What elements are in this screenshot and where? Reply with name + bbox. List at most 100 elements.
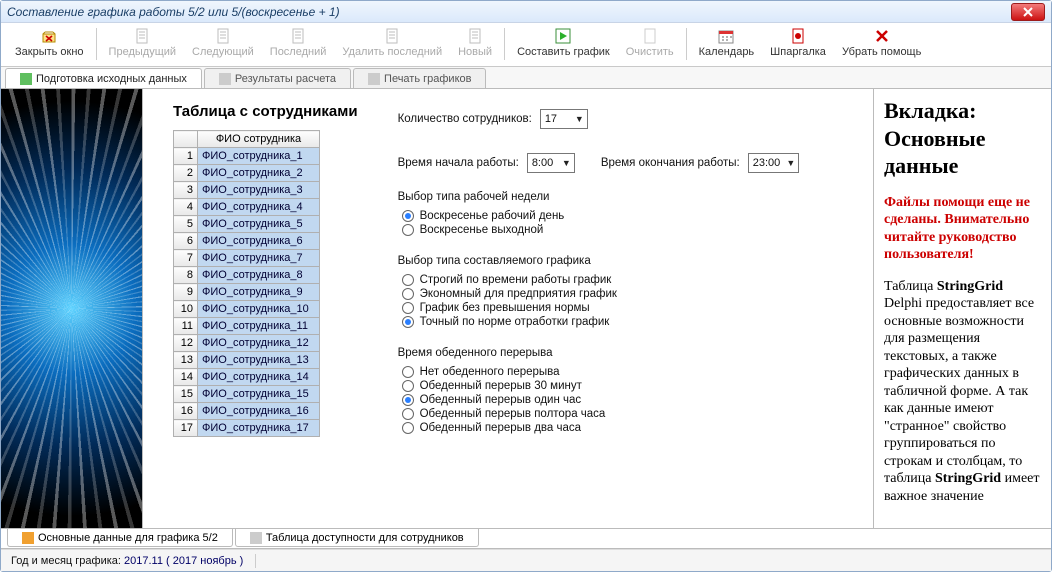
bottom-tab[interactable]: Основные данные для графика 5/2 (7, 529, 233, 547)
employee-cell[interactable]: ФИО_сотрудника_8 (198, 267, 320, 284)
toolbar-label: Шпаргалка (770, 46, 826, 58)
toolbar-cal-button[interactable]: Календарь (691, 26, 763, 64)
titlebar: Составление графика работы 5/2 или 5/(во… (1, 1, 1051, 23)
page-icon (467, 28, 483, 44)
emp-count-select[interactable]: 17 (540, 109, 588, 129)
end-time-select[interactable]: 23:00 (748, 153, 800, 173)
help-warning: Файлы помощи еще не сделаны. Внимательно… (884, 194, 1041, 264)
end-time-label: Время окончания работы: (601, 157, 740, 169)
toolbar-x-button[interactable]: Убрать помощь (834, 26, 929, 64)
content-area: Таблица с сотрудниками ФИО сотрудника 1Ф… (143, 89, 873, 528)
toolbar-page-button: Последний (262, 26, 335, 64)
table-row: 14ФИО_сотрудника_14 (174, 369, 320, 386)
schedule-option[interactable]: Строгий по времени работы график (398, 273, 800, 287)
toolbar-page-button: Новый (450, 26, 500, 64)
employee-cell[interactable]: ФИО_сотрудника_5 (198, 216, 320, 233)
toolbar-label: Следующий (192, 46, 254, 58)
week-option[interactable]: Воскресенье выходной (398, 223, 800, 237)
toolbar-blank-button: Очистить (618, 26, 682, 64)
table-row: 3ФИО_сотрудника_3 (174, 182, 320, 199)
tab-icon (250, 532, 262, 544)
page-icon (215, 28, 231, 44)
toolbar-label: Предыдущий (109, 46, 176, 58)
row-number: 2 (174, 165, 198, 182)
group-week-title: Выбор типа рабочей недели (398, 191, 800, 203)
toolbar: Закрыть окно Предыдущий Следующий Последний… (1, 23, 1051, 67)
table-row: 6ФИО_сотрудника_6 (174, 233, 320, 250)
toolbar-page-button: Следующий (184, 26, 262, 64)
employee-cell[interactable]: ФИО_сотрудника_6 (198, 233, 320, 250)
bottom-tab[interactable]: Таблица доступности для сотрудников (235, 529, 479, 547)
employee-cell[interactable]: ФИО_сотрудника_14 (198, 369, 320, 386)
column-header: ФИО сотрудника (198, 131, 320, 148)
tab-label: Печать графиков (384, 73, 471, 85)
row-number: 4 (174, 199, 198, 216)
tab-icon (22, 532, 34, 544)
toolbar-label: Календарь (699, 46, 755, 58)
toolbar-label: Убрать помощь (842, 46, 921, 58)
lunch-option[interactable]: Обеденный перерыв два часа (398, 421, 800, 435)
employee-cell[interactable]: ФИО_сотрудника_2 (198, 165, 320, 182)
employee-cell[interactable]: ФИО_сотрудника_4 (198, 199, 320, 216)
radio-label: Обеденный перерыв 30 минут (420, 380, 582, 392)
tab[interactable]: Печать графиков (353, 68, 486, 88)
employee-cell[interactable]: ФИО_сотрудника_17 (198, 420, 320, 437)
toolbar-page-button: Предыдущий (101, 26, 184, 64)
radio-icon (402, 316, 414, 328)
table-row: 15ФИО_сотрудника_15 (174, 386, 320, 403)
lunch-option[interactable]: Нет обеденного перерыва (398, 365, 800, 379)
tab[interactable]: Подготовка исходных данных (5, 68, 202, 88)
employee-cell[interactable]: ФИО_сотрудника_12 (198, 335, 320, 352)
employee-cell[interactable]: ФИО_сотрудника_10 (198, 301, 320, 318)
group-schedule-title: Выбор типа составляемого графика (398, 255, 800, 267)
employee-cell[interactable]: ФИО_сотрудника_9 (198, 284, 320, 301)
row-number: 15 (174, 386, 198, 403)
tab[interactable]: Результаты расчета (204, 68, 351, 88)
page-icon (290, 28, 306, 44)
start-time-select[interactable]: 8:00 (527, 153, 575, 173)
week-option[interactable]: Воскресенье рабочий день (398, 209, 800, 223)
employee-cell[interactable]: ФИО_сотрудника_13 (198, 352, 320, 369)
status-label: Год и месяц графика: (11, 555, 121, 567)
lunch-option[interactable]: Обеденный перерыв один час (398, 393, 800, 407)
toolbar-label: Удалить последний (342, 46, 442, 58)
table-heading: Таблица с сотрудниками (173, 103, 358, 120)
blank-icon (642, 28, 658, 44)
group-lunch-title: Время обеденного перерыва (398, 347, 800, 359)
pdf-icon (790, 28, 806, 44)
row-number: 9 (174, 284, 198, 301)
radio-label: Точный по норме отработки график (420, 316, 610, 328)
toolbar-label: Новый (458, 46, 492, 58)
toolbar-pdf-button[interactable]: Шпаргалка (762, 26, 834, 64)
window-title: Составление графика работы 5/2 или 5/(во… (7, 5, 340, 19)
toolbar-play-button[interactable]: Составить график (509, 26, 618, 64)
schedule-option[interactable]: Экономный для предприятия график (398, 287, 800, 301)
toolbar-page-button: Удалить последний (334, 26, 450, 64)
table-row: 4ФИО_сотрудника_4 (174, 199, 320, 216)
lunch-option[interactable]: Обеденный перерыв 30 минут (398, 379, 800, 393)
radio-icon (402, 408, 414, 420)
start-time-label: Время начала работы: (398, 157, 519, 169)
row-header-corner (174, 131, 198, 148)
schedule-option[interactable]: График без превышения нормы (398, 301, 800, 315)
radio-icon (402, 422, 414, 434)
toolbar-close-button[interactable]: Закрыть окно (7, 26, 92, 64)
table-row: 9ФИО_сотрудника_9 (174, 284, 320, 301)
row-number: 3 (174, 182, 198, 199)
employee-cell[interactable]: ФИО_сотрудника_11 (198, 318, 320, 335)
radio-label: Обеденный перерыв полтора часа (420, 408, 606, 420)
lunch-option[interactable]: Обеденный перерыв полтора часа (398, 407, 800, 421)
radio-label: Экономный для предприятия график (420, 288, 617, 300)
employee-cell[interactable]: ФИО_сотрудника_16 (198, 403, 320, 420)
radio-icon (402, 366, 414, 378)
employee-cell[interactable]: ФИО_сотрудника_7 (198, 250, 320, 267)
page-icon (384, 28, 400, 44)
schedule-option[interactable]: Точный по норме отработки график (398, 315, 800, 329)
employee-cell[interactable]: ФИО_сотрудника_1 (198, 148, 320, 165)
status-value: 2017.11 ( 2017 ноябрь ) (124, 555, 243, 567)
window-close-button[interactable] (1011, 3, 1045, 21)
employee-cell[interactable]: ФИО_сотрудника_15 (198, 386, 320, 403)
page-icon (134, 28, 150, 44)
employee-cell[interactable]: ФИО_сотрудника_3 (198, 182, 320, 199)
radio-icon (402, 302, 414, 314)
